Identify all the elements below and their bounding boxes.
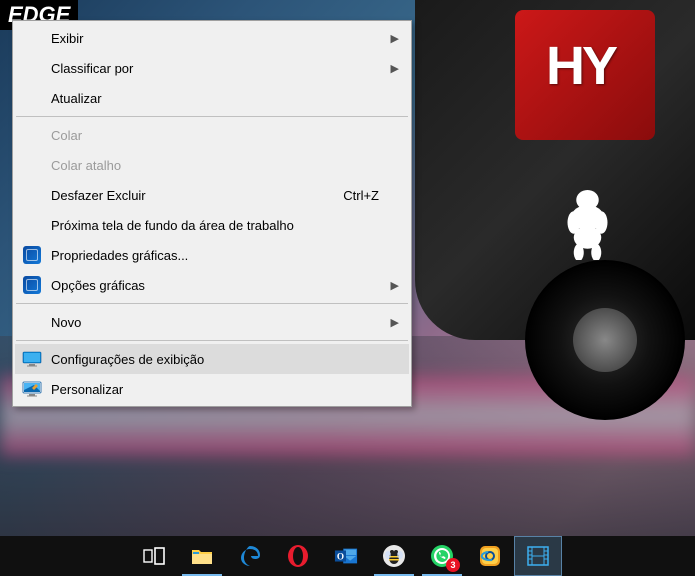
menu-icon-blank	[21, 124, 43, 146]
desktop[interactable]: HY EDGE Exibir ▶ Classificar por ▶ Atual…	[0, 0, 695, 576]
notification-badge: 3	[446, 558, 460, 572]
menu-icon-blank	[21, 214, 43, 236]
film-icon	[526, 544, 550, 568]
menu-icon-blank	[21, 27, 43, 49]
taskbar-video-app[interactable]	[514, 536, 562, 576]
menu-separator	[16, 303, 408, 304]
wallpaper-michelin-icon	[560, 185, 615, 260]
menu-item-paste-shortcut: Colar atalho	[15, 150, 409, 180]
taskbar-bluestacks[interactable]	[466, 536, 514, 576]
taskbar-opera[interactable]	[274, 536, 322, 576]
taskbar-whatsapp[interactable]: 3	[418, 536, 466, 576]
menu-item-refresh[interactable]: Atualizar	[15, 83, 409, 113]
menu-label: Novo	[51, 315, 403, 330]
taskbar-outlook[interactable]: O	[322, 536, 370, 576]
taskbar-file-explorer[interactable]	[178, 536, 226, 576]
bluestacks-icon	[478, 544, 502, 568]
taskbar: O 3	[0, 536, 695, 576]
chevron-right-icon: ▶	[391, 279, 399, 292]
taskbar-task-view[interactable]	[130, 536, 178, 576]
menu-label: Opções gráficas	[51, 278, 403, 293]
menu-item-undo-delete[interactable]: Desfazer Excluir Ctrl+Z	[15, 180, 409, 210]
menu-shortcut: Ctrl+Z	[343, 188, 379, 203]
taskbar-edge[interactable]	[226, 536, 274, 576]
menu-label: Atualizar	[51, 91, 403, 106]
menu-icon-blank	[21, 154, 43, 176]
monitor-icon	[21, 348, 43, 370]
bee-icon	[382, 544, 406, 568]
taskbar-app-bee[interactable]	[370, 536, 418, 576]
menu-icon-blank	[21, 87, 43, 109]
menu-item-personalize[interactable]: Personalizar	[15, 374, 409, 404]
menu-label: Personalizar	[51, 382, 403, 397]
menu-icon-blank	[21, 57, 43, 79]
svg-text:O: O	[337, 552, 344, 562]
menu-item-paste: Colar	[15, 120, 409, 150]
intel-icon	[21, 274, 43, 296]
menu-label: Colar atalho	[51, 158, 403, 173]
intel-icon	[21, 244, 43, 266]
menu-icon-blank	[21, 184, 43, 206]
menu-item-next-wallpaper[interactable]: Próxima tela de fundo da área de trabalh…	[15, 210, 409, 240]
menu-separator	[16, 116, 408, 117]
taskbar-left-gap	[0, 536, 130, 576]
file-explorer-icon	[190, 544, 214, 568]
opera-icon	[286, 544, 310, 568]
chevron-right-icon: ▶	[391, 62, 399, 75]
menu-item-new[interactable]: Novo ▶	[15, 307, 409, 337]
menu-label: Desfazer Excluir	[51, 188, 343, 203]
task-view-icon	[142, 544, 166, 568]
outlook-icon: O	[334, 544, 358, 568]
menu-label: Configurações de exibição	[51, 352, 403, 367]
menu-item-display-settings[interactable]: Configurações de exibição	[15, 344, 409, 374]
menu-item-sort-by[interactable]: Classificar por ▶	[15, 53, 409, 83]
menu-item-graphics-properties[interactable]: Propriedades gráficas...	[15, 240, 409, 270]
menu-label: Colar	[51, 128, 403, 143]
personalize-icon	[21, 378, 43, 400]
menu-label: Próxima tela de fundo da área de trabalh…	[51, 218, 403, 233]
chevron-right-icon: ▶	[391, 316, 399, 329]
desktop-context-menu: Exibir ▶ Classificar por ▶ Atualizar Col…	[12, 20, 412, 407]
menu-icon-blank	[21, 311, 43, 333]
menu-label: Exibir	[51, 31, 403, 46]
menu-label: Propriedades gráficas...	[51, 248, 403, 263]
chevron-right-icon: ▶	[391, 32, 399, 45]
menu-label: Classificar por	[51, 61, 403, 76]
edge-icon	[238, 544, 262, 568]
wallpaper-wheel	[525, 260, 685, 420]
wallpaper-hy-logo: HY	[546, 35, 615, 97]
menu-item-graphics-options[interactable]: Opções gráficas ▶	[15, 270, 409, 300]
menu-item-view[interactable]: Exibir ▶	[15, 23, 409, 53]
menu-separator	[16, 340, 408, 341]
